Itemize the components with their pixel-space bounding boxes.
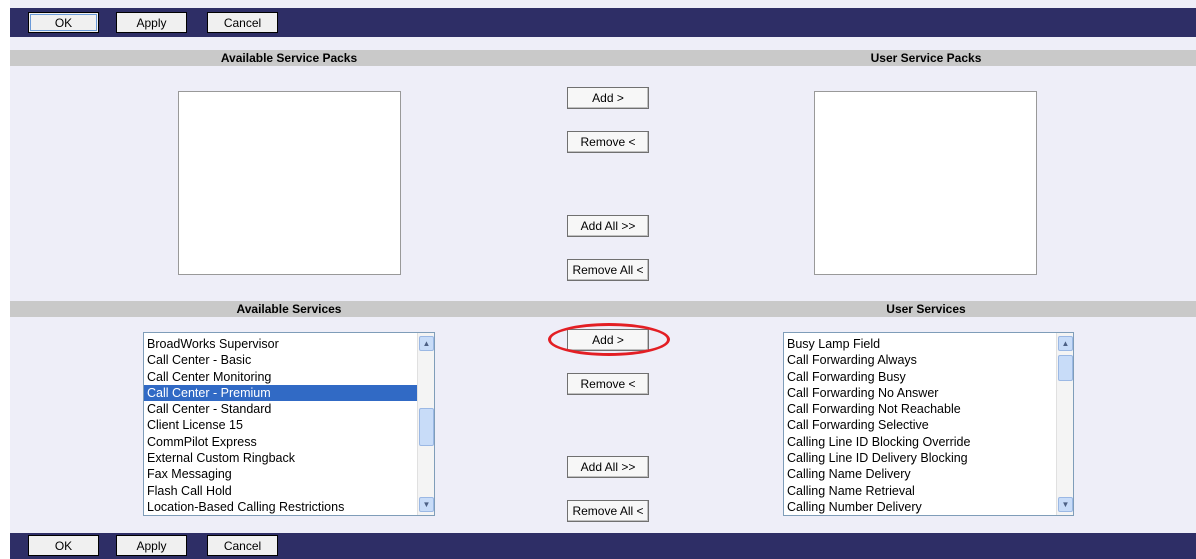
available-service-packs-title: Available Service Packs [220, 51, 358, 65]
service-packs-header: Available Service Packs User Service Pac… [10, 50, 1196, 66]
list-item[interactable]: Flash Call Hold [144, 483, 434, 499]
ok-button-bottom[interactable]: OK [28, 535, 99, 556]
list-item[interactable]: Calling Number Delivery [784, 499, 1073, 515]
user-service-packs-title: User Service Packs [870, 51, 982, 65]
list-item[interactable]: BroadWorks Supervisor [144, 336, 434, 352]
list-item[interactable]: External Custom Ringback [144, 450, 434, 466]
remove-service-pack-button[interactable]: Remove < [567, 131, 649, 153]
user-services-list[interactable]: Busy Lamp Field Call Forwarding Always Cal… [783, 332, 1074, 516]
list-item[interactable]: Call Center - Premium [144, 384, 434, 402]
list-item[interactable]: Calling Name Delivery [784, 466, 1073, 482]
user-services-scrollbar[interactable]: ▲ ▼ [1056, 333, 1073, 515]
chevron-up-icon[interactable]: ▲ [1058, 336, 1073, 351]
add-service-button[interactable]: Add > [567, 329, 649, 351]
list-item[interactable]: Calling Name Retrieval [784, 483, 1073, 499]
cancel-button-bottom[interactable]: Cancel [207, 535, 278, 556]
add-all-service-packs-button[interactable]: Add All >> [567, 215, 649, 237]
list-item[interactable]: Client License 15 [144, 417, 434, 433]
cancel-button-top[interactable]: Cancel [207, 12, 278, 33]
remove-all-service-packs-button[interactable]: Remove All < [567, 259, 649, 281]
list-item[interactable]: Call Forwarding Busy [784, 369, 1073, 385]
services-header: Available Services User Services [10, 301, 1196, 317]
list-item[interactable]: Call Center - Standard [144, 401, 434, 417]
chevron-up-icon[interactable]: ▲ [419, 336, 434, 351]
available-services-list[interactable]: BroadWorks Supervisor Call Center - Basic… [143, 332, 435, 516]
list-item[interactable]: Call Forwarding Always [784, 352, 1073, 368]
list-item[interactable]: Call Center - Basic [144, 352, 434, 368]
apply-button-top[interactable]: Apply [116, 12, 187, 33]
ok-button-top[interactable]: OK [28, 12, 99, 33]
list-item[interactable]: Call Forwarding Not Reachable [784, 401, 1073, 417]
available-services-title: Available Services [236, 302, 342, 316]
list-item[interactable]: Calling Line ID Delivery Blocking [784, 450, 1073, 466]
remove-service-button[interactable]: Remove < [567, 373, 649, 395]
apply-button-bottom[interactable]: Apply [116, 535, 187, 556]
list-item[interactable]: Busy Lamp Field [784, 336, 1073, 352]
available-services-scrollbar[interactable]: ▲ ▼ [417, 333, 434, 515]
list-item[interactable]: Call Forwarding No Answer [784, 385, 1073, 401]
chevron-down-icon[interactable]: ▼ [1058, 497, 1073, 512]
list-item[interactable]: Call Forwarding Selective [784, 417, 1073, 433]
bottom-toolbar: OK Apply Cancel [10, 533, 1196, 559]
list-item[interactable]: CommPilot Express [144, 434, 434, 450]
scroll-thumb[interactable] [419, 408, 434, 446]
scroll-thumb[interactable] [1058, 355, 1073, 381]
chevron-down-icon[interactable]: ▼ [419, 497, 434, 512]
service-assignment-panel: OK Apply Cancel Available Service Packs … [10, 0, 1196, 559]
top-toolbar: OK Apply Cancel [10, 8, 1196, 37]
list-item[interactable]: Call Center Monitoring [144, 369, 434, 385]
add-service-pack-button[interactable]: Add > [567, 87, 649, 109]
list-item[interactable]: Calling Line ID Blocking Override [784, 434, 1073, 450]
remove-all-services-button[interactable]: Remove All < [567, 500, 649, 522]
list-item[interactable]: Fax Messaging [144, 466, 434, 482]
user-service-packs-list[interactable] [814, 91, 1037, 275]
user-services-title: User Services [886, 302, 966, 316]
available-service-packs-list[interactable] [178, 91, 401, 275]
list-item[interactable]: Location-Based Calling Restrictions [144, 499, 434, 515]
add-all-services-button[interactable]: Add All >> [567, 456, 649, 478]
